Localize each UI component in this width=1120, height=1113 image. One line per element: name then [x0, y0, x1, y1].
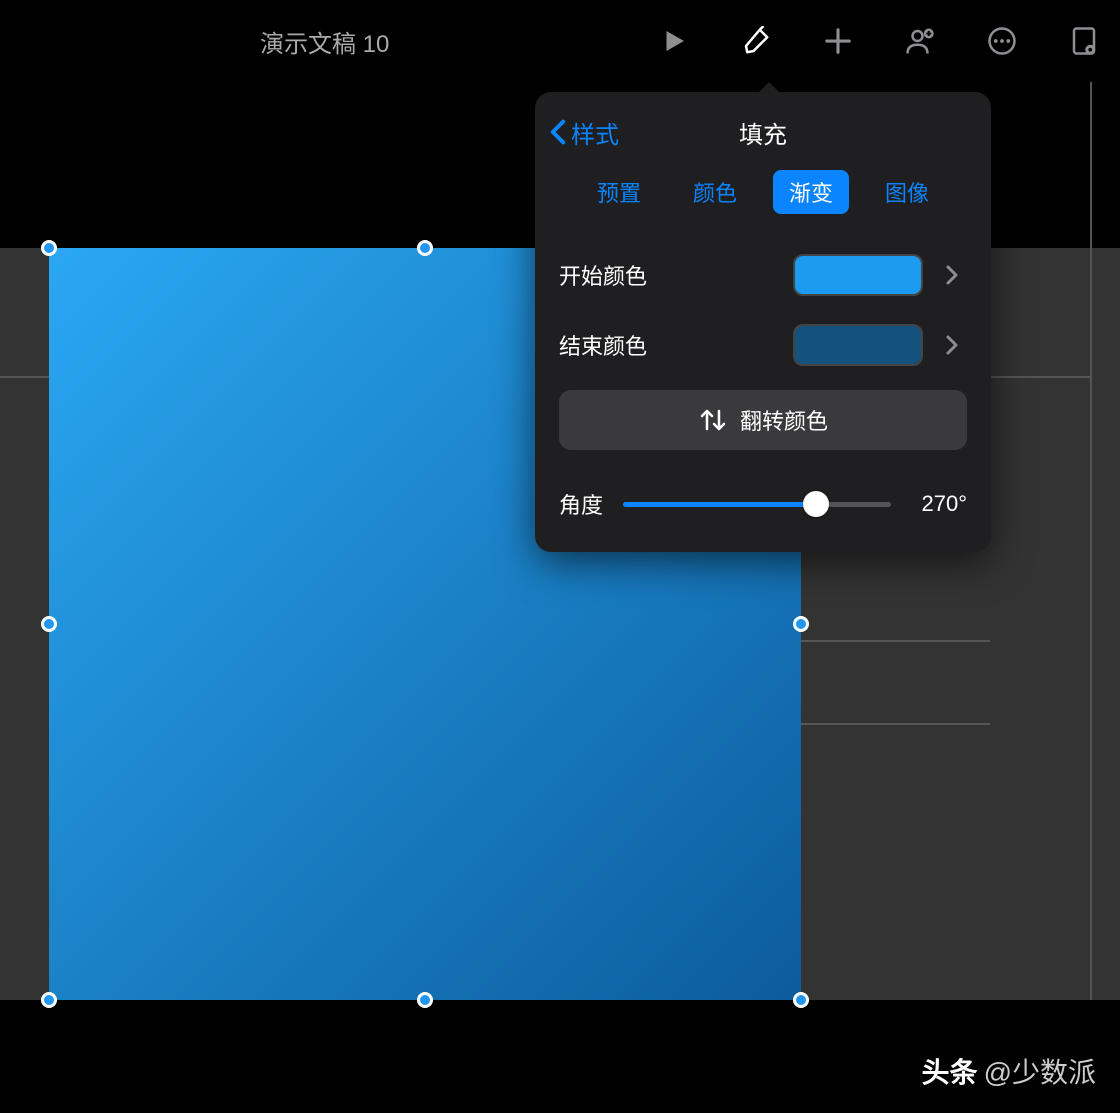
- start-color-row[interactable]: 开始颜色: [535, 240, 991, 310]
- angle-label: 角度: [559, 488, 603, 520]
- chevron-left-icon: [549, 119, 567, 145]
- collaborate-icon[interactable]: [904, 25, 936, 57]
- slider-thumb[interactable]: [803, 491, 829, 517]
- more-icon[interactable]: [986, 25, 1018, 57]
- format-brush-icon[interactable]: [740, 25, 772, 57]
- resize-handle-tl[interactable]: [41, 240, 57, 256]
- end-color-swatch[interactable]: [793, 324, 923, 366]
- toolbar: 演示文稿 10: [0, 0, 1120, 82]
- document-icon[interactable]: [1068, 25, 1100, 57]
- watermark-brand: 头条: [922, 1051, 978, 1091]
- resize-handle-bm[interactable]: [417, 992, 433, 1008]
- watermark: 头条 @少数派: [922, 1051, 1096, 1091]
- popover-title: 填充: [739, 115, 787, 150]
- back-button[interactable]: 样式: [549, 115, 619, 150]
- resize-handle-mr[interactable]: [793, 616, 809, 632]
- watermark-handle: @少数派: [984, 1051, 1096, 1091]
- guide-line: [800, 640, 990, 642]
- tab-color[interactable]: 颜色: [677, 170, 753, 214]
- start-color-swatch[interactable]: [793, 254, 923, 296]
- resize-handle-ml[interactable]: [41, 616, 57, 632]
- resize-handle-tm[interactable]: [417, 240, 433, 256]
- angle-slider[interactable]: [623, 489, 891, 519]
- resize-handle-bl[interactable]: [41, 992, 57, 1008]
- chevron-right-icon: [937, 335, 967, 355]
- tab-preset[interactable]: 预置: [581, 170, 657, 214]
- guide-line: [800, 723, 990, 725]
- end-color-row[interactable]: 结束颜色: [535, 310, 991, 380]
- resize-handle-br[interactable]: [793, 992, 809, 1008]
- toolbar-actions: [658, 25, 1100, 57]
- angle-value: 270°: [911, 491, 967, 517]
- end-color-label: 结束颜色: [559, 329, 793, 361]
- plus-icon[interactable]: [822, 25, 854, 57]
- play-icon[interactable]: [658, 25, 690, 57]
- flip-colors-button[interactable]: 翻转颜色: [559, 390, 967, 450]
- slider-fill: [623, 502, 816, 507]
- angle-row: 角度 270°: [535, 470, 991, 520]
- tab-gradient[interactable]: 渐变: [773, 170, 849, 214]
- back-label: 样式: [571, 115, 619, 150]
- fill-type-tabs: 预置 颜色 渐变 图像: [535, 170, 991, 214]
- guide-line: [1090, 82, 1092, 1006]
- chevron-right-icon: [937, 265, 967, 285]
- flip-arrows-icon: [698, 407, 728, 433]
- fill-popover: 样式 填充 预置 颜色 渐变 图像 开始颜色 结束颜色 翻转颜色 角度: [535, 92, 991, 552]
- tab-image[interactable]: 图像: [869, 170, 945, 214]
- document-title: 演示文稿 10: [260, 24, 389, 59]
- flip-label: 翻转颜色: [740, 404, 828, 436]
- start-color-label: 开始颜色: [559, 259, 793, 291]
- popover-header: 样式 填充: [535, 110, 991, 154]
